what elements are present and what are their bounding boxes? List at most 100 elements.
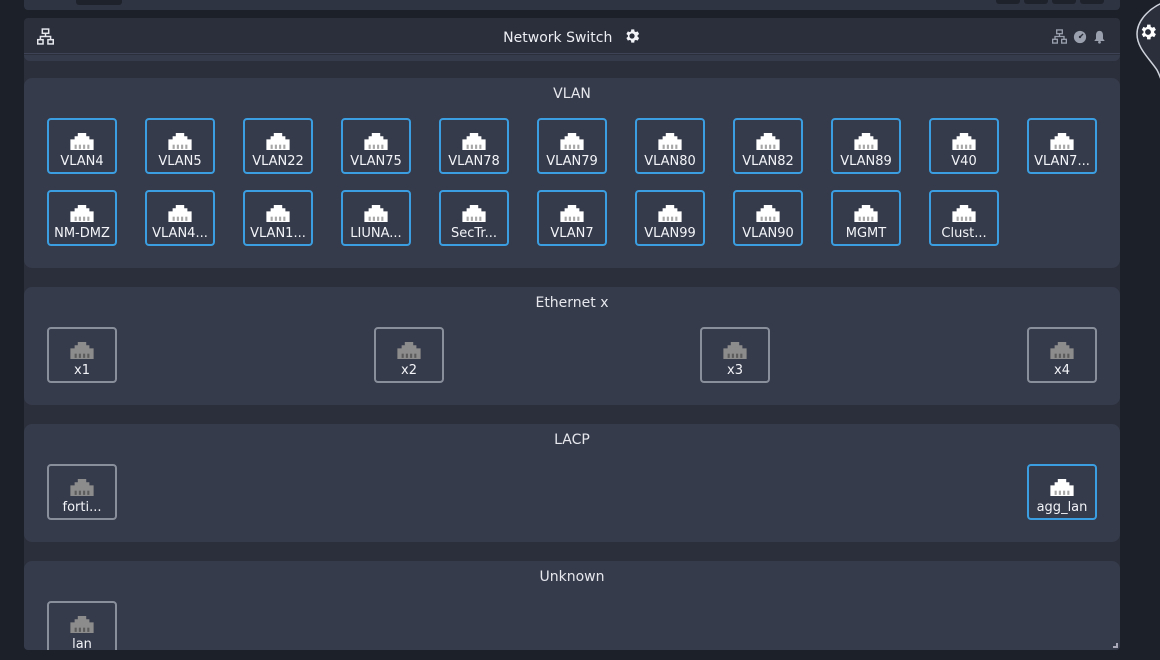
ethernet-port-icon xyxy=(363,204,389,227)
port-tile[interactable]: NM-DMZ xyxy=(47,190,117,246)
ethernet-port-icon xyxy=(69,615,95,638)
ethernet-port-icon xyxy=(559,204,585,227)
header-status-icons xyxy=(1052,29,1106,48)
port-label: VLAN90 xyxy=(742,226,794,241)
port-tile[interactable]: VLAN22 xyxy=(243,118,313,174)
port-label: VLAN4 xyxy=(60,154,104,169)
port-tile[interactable]: VLAN4... xyxy=(145,190,215,246)
ethernet-port-icon xyxy=(69,341,95,364)
ethernet-port-icon xyxy=(69,204,95,227)
port-tile[interactable]: V40 xyxy=(929,118,999,174)
port-tile[interactable]: VLAN90 xyxy=(733,190,803,246)
port-tile[interactable]: VLAN1... xyxy=(243,190,313,246)
port-label: x3 xyxy=(727,363,743,378)
section-title: Unknown xyxy=(539,569,605,585)
ethernet-port-icon xyxy=(167,204,193,227)
port-label: Clust... xyxy=(941,226,987,241)
port-tile[interactable]: VLAN82 xyxy=(733,118,803,174)
port-label: NM-DMZ xyxy=(54,226,110,241)
ethernet-port-icon xyxy=(853,204,879,227)
port-label: x2 xyxy=(401,363,417,378)
port-tile[interactable]: x4 xyxy=(1027,327,1097,383)
lacp-section: LACP forti... agg_lan xyxy=(24,424,1120,542)
port-label: agg_lan xyxy=(1036,500,1088,515)
section-title: LACP xyxy=(554,432,590,448)
port-tile[interactable]: VLAN75 xyxy=(341,118,411,174)
previous-card-footer xyxy=(24,0,1120,10)
port-label: MGMT xyxy=(845,226,887,241)
vlan-section: VLAN VLAN4 VLAN5 VLAN22 VLAN75 VLAN78 VLAN79 V… xyxy=(24,78,1120,268)
port-label: LIUNA... xyxy=(350,226,402,241)
port-label: x4 xyxy=(1054,363,1070,378)
ethernet-port-icon xyxy=(1049,341,1075,364)
port-tile[interactable]: VLAN89 xyxy=(831,118,901,174)
ethernet-port-icon xyxy=(559,132,585,155)
port-label: forti... xyxy=(62,500,102,515)
ethernet-port-icon xyxy=(265,132,291,155)
port-tile[interactable]: VLAN7 xyxy=(537,190,607,246)
port-label: x1 xyxy=(74,363,90,378)
ethernet-port-icon xyxy=(1049,132,1075,155)
port-tile[interactable]: VLAN4 xyxy=(47,118,117,174)
network-switch-card: Network Switch VLAN VLAN4 VLAN5 VLAN22 V… xyxy=(24,18,1120,650)
port-tile[interactable]: VLAN78 xyxy=(439,118,509,174)
port-tile[interactable]: x2 xyxy=(374,327,444,383)
ethernet-port-icon xyxy=(461,132,487,155)
ethernet-port-icon xyxy=(396,341,422,364)
port-label: V40 xyxy=(951,154,977,169)
port-label: VLAN75 xyxy=(350,154,402,169)
ethernet-port-icon xyxy=(722,341,748,364)
port-tile[interactable]: VLAN99 xyxy=(635,190,705,246)
port-tile[interactable]: forti... xyxy=(47,464,117,520)
port-tile[interactable]: VLAN79 xyxy=(537,118,607,174)
ethernet-port-icon xyxy=(69,478,95,501)
ethernet-port-icon xyxy=(461,204,487,227)
port-label: VLAN22 xyxy=(252,154,304,169)
port-tile[interactable]: x3 xyxy=(700,327,770,383)
port-label: VLAN1... xyxy=(250,226,306,241)
port-label: VLAN7... xyxy=(1034,154,1090,169)
port-tile[interactable]: VLAN7... xyxy=(1027,118,1097,174)
ethernet-port-icon xyxy=(657,132,683,155)
port-label: VLAN82 xyxy=(742,154,794,169)
port-tile[interactable]: lan xyxy=(47,601,117,650)
port-tile[interactable]: Clust... xyxy=(929,190,999,246)
port-label: VLAN5 xyxy=(158,154,202,169)
ethernet-port-icon xyxy=(755,132,781,155)
unknown-section: Unknown lan xyxy=(24,561,1120,650)
ethernet-port-icon xyxy=(657,204,683,227)
port-tile[interactable]: VLAN80 xyxy=(635,118,705,174)
dashboard-icon[interactable] xyxy=(1073,29,1087,48)
port-label: VLAN4... xyxy=(152,226,208,241)
port-tile[interactable]: MGMT xyxy=(831,190,901,246)
ethernet-section: Ethernet x x1 x2 x3 x4 xyxy=(24,287,1120,405)
port-label: VLAN89 xyxy=(840,154,892,169)
section-title: VLAN xyxy=(553,86,591,102)
ethernet-port-icon xyxy=(951,204,977,227)
bell-icon[interactable] xyxy=(1093,29,1106,48)
port-tile[interactable]: x1 xyxy=(47,327,117,383)
settings-side-tab[interactable] xyxy=(1131,0,1160,90)
port-tile[interactable]: LIUNA... xyxy=(341,190,411,246)
resize-handle[interactable] xyxy=(1113,643,1118,648)
port-label: VLAN78 xyxy=(448,154,500,169)
port-label: VLAN80 xyxy=(644,154,696,169)
port-tile[interactable]: SecTr... xyxy=(439,190,509,246)
ethernet-port-icon xyxy=(265,204,291,227)
ethernet-port-icon xyxy=(853,132,879,155)
port-tile[interactable]: VLAN5 xyxy=(145,118,215,174)
card-title: Network Switch xyxy=(503,30,613,46)
switch-content[interactable]: VLAN VLAN4 VLAN5 VLAN22 VLAN75 VLAN78 VLAN79 V… xyxy=(24,55,1120,650)
port-label: VLAN7 xyxy=(550,226,594,241)
port-tile[interactable]: agg_lan xyxy=(1027,464,1097,520)
ethernet-port-icon xyxy=(69,132,95,155)
port-label: lan xyxy=(72,637,92,650)
gear-icon[interactable] xyxy=(1138,22,1158,46)
ethernet-port-icon xyxy=(755,204,781,227)
gear-icon[interactable] xyxy=(623,27,641,49)
port-label: VLAN79 xyxy=(546,154,598,169)
ethernet-port-icon xyxy=(1049,478,1075,501)
ethernet-port-icon xyxy=(167,132,193,155)
network-icon[interactable] xyxy=(1052,29,1067,48)
port-label: VLAN99 xyxy=(644,226,696,241)
